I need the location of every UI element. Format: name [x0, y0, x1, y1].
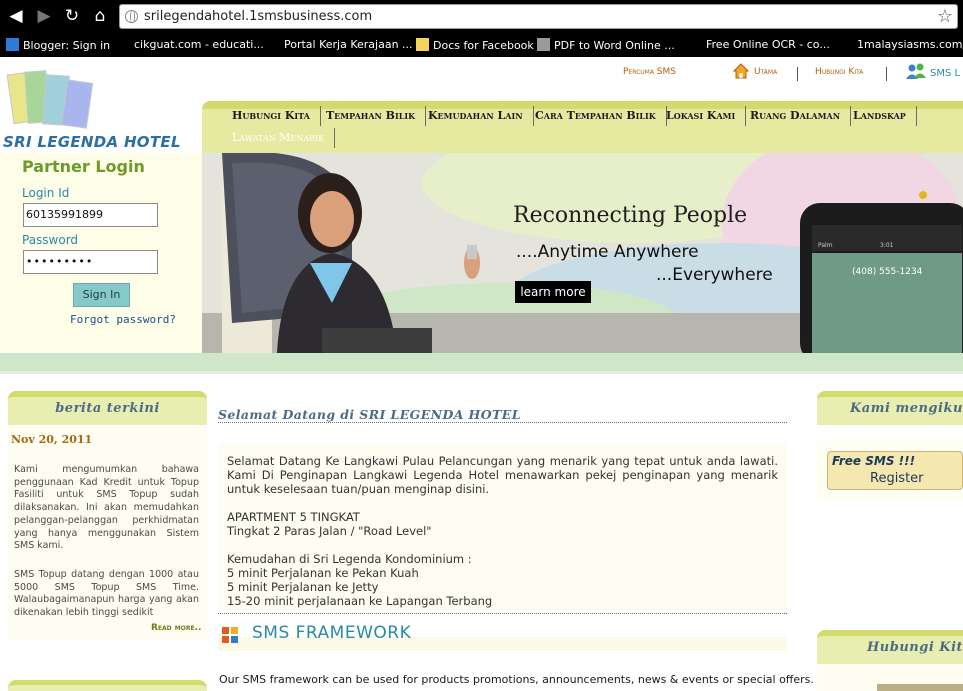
- bookmarks-bar: Blogger: Sign in cikguat.com - educati..…: [0, 33, 963, 57]
- news-panel-title: berita terkini: [55, 401, 160, 416]
- pdf-favicon-icon: [537, 38, 550, 51]
- forward-arrow-icon[interactable]: ▶: [34, 6, 54, 26]
- login-id-label: Login Id: [22, 186, 70, 200]
- bookmark-label: cikguat.com - educati...: [134, 38, 264, 51]
- sms-framework-text: Our SMS framework can be used for produc…: [219, 673, 814, 686]
- left-panel-2-header: [8, 680, 207, 691]
- menu-tempahan-bilik[interactable]: Tempahan Bilik: [316, 106, 427, 126]
- menu-landskap[interactable]: Landskap: [843, 106, 917, 126]
- home-icon[interactable]: ⌂: [90, 6, 110, 26]
- contact-link[interactable]: Hubungi Kita: [815, 67, 863, 77]
- forgot-password-link[interactable]: Forgot password?: [70, 313, 176, 326]
- users-icon: [906, 63, 926, 79]
- web-page: SRI LEGENDA HOTEL Percuma SMS Utama Hubu…: [0, 57, 963, 691]
- facilities-title: Kemudahan di Sri Legenda Kondominium :: [227, 552, 472, 566]
- read-more-link[interactable]: Read more..: [151, 623, 201, 633]
- sms-framework-icon: [222, 627, 238, 643]
- phone-brand: Palm: [818, 242, 833, 249]
- bookmark-blogger[interactable]: Blogger: Sign in: [6, 38, 110, 52]
- follow-panel-header: Kami mengikuti: [817, 391, 963, 425]
- learn-more-button[interactable]: learn more: [515, 281, 591, 303]
- news-panel-header: berita terkini: [8, 391, 207, 425]
- login-title: Partner Login: [22, 157, 145, 176]
- password-label: Password: [22, 233, 79, 247]
- bookmark-label: Portal Kerja Kerajaan ...: [284, 38, 413, 51]
- reload-icon[interactable]: ↻: [62, 6, 82, 26]
- contact-panel-title: Hubungi Kita: [867, 640, 963, 655]
- main-page-link[interactable]: Utama: [754, 67, 777, 77]
- home-icon: [733, 63, 749, 79]
- back-arrow-icon[interactable]: ◀: [6, 6, 26, 26]
- news-date: Nov 20, 2011: [11, 433, 93, 446]
- contact-panel-header: Hubungi Kita: [817, 630, 963, 664]
- free-sms-link[interactable]: Percuma SMS: [623, 67, 676, 77]
- phone-number: (408) 555-1234: [852, 267, 923, 277]
- facility-2: 5 minit Perjalanan ke Jetty: [227, 580, 379, 594]
- banner-tagline-2: ...Everywhere: [656, 265, 773, 285]
- news-paragraph-1: Kami mengumumkan bahawa penggunaan Kad K…: [14, 464, 199, 552]
- sign-in-button[interactable]: Sign In: [73, 283, 130, 307]
- facility-1: 5 minit Perjalanan ke Pekan Kuah: [227, 566, 419, 580]
- menu-hubungi-kita[interactable]: Hubungi Kita: [222, 106, 321, 126]
- bookmark-label: Blogger: Sign in: [23, 39, 111, 52]
- bookmark-label: PDF to Word Online ...: [554, 39, 675, 52]
- welcome-box: Selamat Datang Ke Langkawi Pulau Pelancu…: [218, 443, 787, 610]
- document-favicon-icon: [416, 38, 429, 51]
- welcome-title: Selamat Datang di SRI LEGENDA HOTEL: [218, 407, 521, 422]
- bookmark-docs-facebook[interactable]: Docs for Facebook: [416, 38, 534, 52]
- bookmark-star-icon[interactable]: ☆: [937, 6, 953, 27]
- menu-ruang-dalaman[interactable]: Ruang Dalaman: [740, 106, 852, 126]
- partner-login-panel: Partner Login Login Id 60135991899 Passw…: [0, 153, 202, 352]
- banner-tagline-1: ....Anytime Anywhere: [516, 242, 699, 262]
- sms-login-link[interactable]: SMS L: [930, 68, 960, 79]
- address-bar[interactable]: srilegendahotel.1smsbusiness.com ☆: [119, 4, 958, 29]
- browser-toolbar: ◀ ▶ ↻ ⌂ srilegendahotel.1smsbusiness.com…: [0, 0, 963, 33]
- banner-bottom-strip-light: [0, 371, 963, 374]
- free-sms-register-banner[interactable]: Free SMS !!! Register: [827, 451, 963, 490]
- blogger-favicon-icon: [6, 38, 19, 51]
- brand-name: SRI LEGENDA HOTEL: [3, 133, 181, 151]
- bookmark-cikguat[interactable]: cikguat.com - educati...: [134, 38, 264, 51]
- bookmark-pdf-word[interactable]: PDF to Word Online ...: [537, 38, 675, 52]
- login-id-input[interactable]: 60135991899: [23, 203, 158, 227]
- menu-lawatan-menarik[interactable]: Lawatan Menarik: [222, 128, 336, 148]
- section-divider: [218, 613, 787, 614]
- password-input[interactable]: •••••••••: [23, 250, 158, 274]
- browser-window: ◀ ▶ ↻ ⌂ srilegendahotel.1smsbusiness.com…: [0, 0, 963, 691]
- hero-banner: Reconnecting People ....Anytime Anywhere…: [202, 153, 963, 353]
- banner-headline: Reconnecting People: [513, 203, 748, 228]
- apartment-line-1: APARTMENT 5 TINGKAT: [227, 510, 360, 524]
- follow-panel-title: Kami mengikuti: [850, 401, 963, 416]
- bookmark-1malaysiasms[interactable]: 1malaysiasms.com/w...: [857, 38, 963, 51]
- menu-lokasi-kami[interactable]: Lokasi Kami: [656, 106, 747, 126]
- globe-icon: [125, 10, 138, 23]
- register-label: Register: [870, 471, 924, 486]
- phone-time: 3:01: [880, 242, 894, 249]
- bookmark-label: Free Online OCR - co...: [706, 38, 830, 51]
- welcome-intro: Selamat Datang Ke Langkawi Pulau Pelancu…: [227, 454, 778, 496]
- bookmark-label: Docs for Facebook: [433, 39, 534, 52]
- banner-bottom-strip: [0, 353, 963, 371]
- link-separator: [797, 67, 798, 81]
- menu-kemudahan-lain[interactable]: Kemudahan Lain: [418, 106, 534, 126]
- facility-3: 15-20 minit perjalanaan ke Lapangan Terb…: [227, 594, 493, 608]
- title-divider: [218, 422, 787, 423]
- address-text[interactable]: srilegendahotel.1smsbusiness.com: [144, 9, 372, 24]
- contact-image: [877, 684, 963, 691]
- link-separator: [886, 67, 887, 81]
- free-sms-label: Free SMS !!!: [832, 454, 916, 468]
- bookmark-free-ocr[interactable]: Free Online OCR - co...: [706, 38, 830, 51]
- menu-cara-tempahan[interactable]: Cara Tempahan Bilik: [525, 106, 667, 126]
- apartment-line-2: Tingkat 2 Paras Jalan / "Road Level": [227, 524, 432, 538]
- news-paragraph-2: SMS Topup datang dengan 1000 atau 5000 S…: [14, 569, 199, 619]
- bookmark-label: 1malaysiasms.com/w...: [857, 38, 963, 51]
- hotel-logo: [6, 67, 98, 129]
- sms-framework-title: SMS FRAMEWORK: [252, 623, 412, 643]
- bookmark-portal-kerja[interactable]: Portal Kerja Kerajaan ...: [284, 38, 413, 51]
